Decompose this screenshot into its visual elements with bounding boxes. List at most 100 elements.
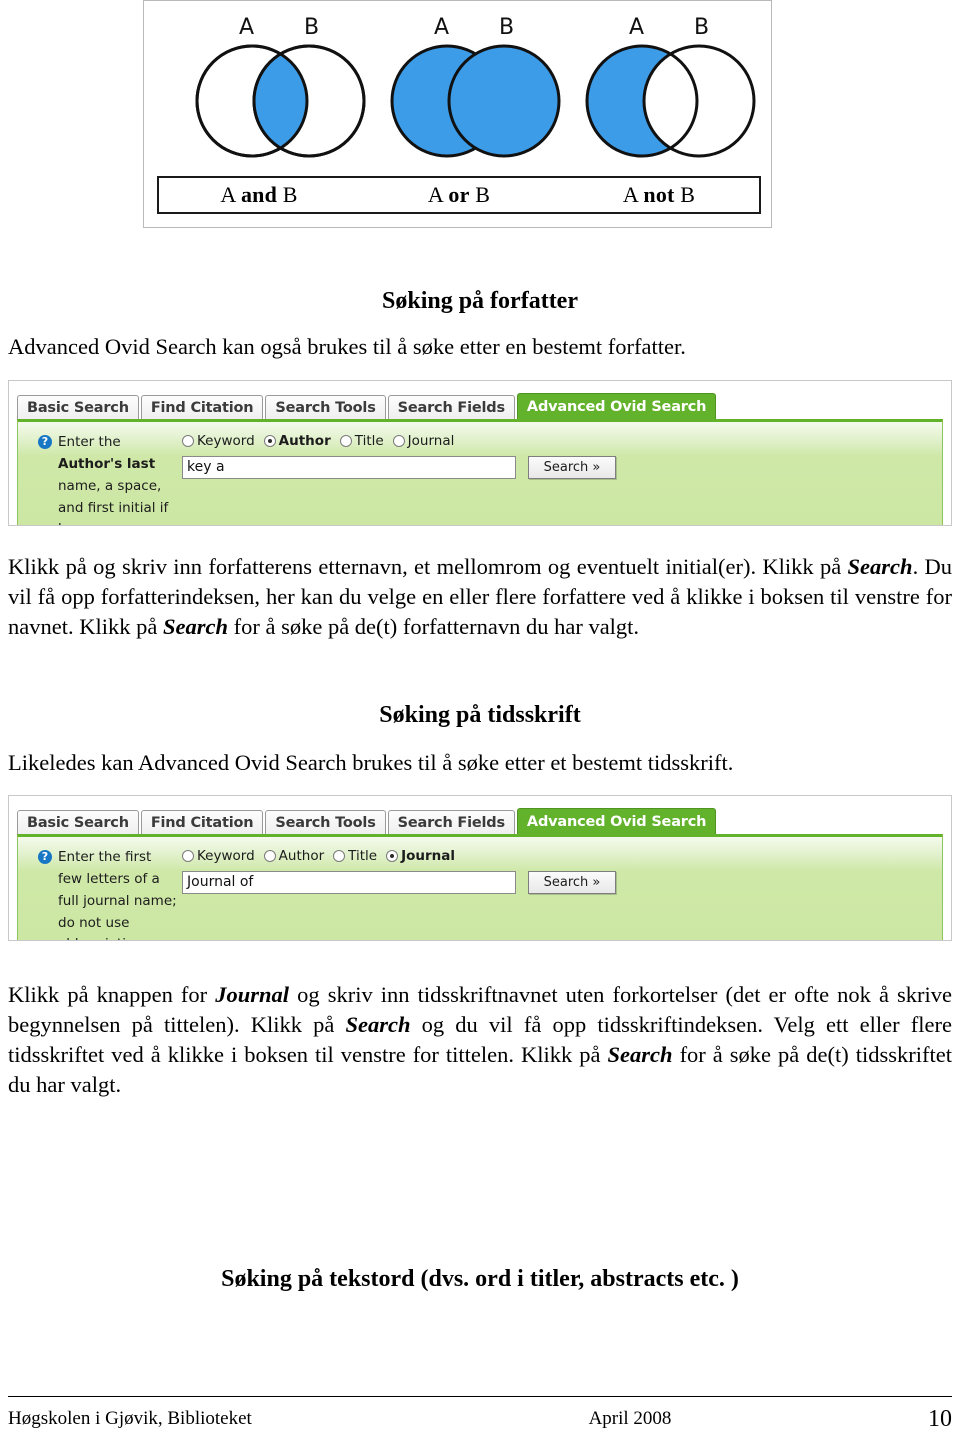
footer-divider (8, 1396, 952, 1397)
venn-caption-or: A or B (359, 182, 559, 208)
paragraph-journal-intro: Likeledes kan Advanced Ovid Search bruke… (8, 750, 734, 775)
tab-search-fields[interactable]: Search Fields (387, 395, 515, 419)
journal-instruction-line-5: abbreviations (58, 936, 150, 940)
svg-text:A: A (239, 15, 254, 40)
ovid-journal-radio-group: Keyword Author Title Journal (182, 847, 942, 865)
radio-author-label: Author (278, 433, 331, 449)
footer-institution: Høgskolen i Gjøvik, Biblioteket (8, 1408, 252, 1429)
ovid-journal-input-row: Journal of Search » (182, 871, 942, 894)
tab-search-tools-2[interactable]: Search Tools (265, 810, 386, 834)
page-footer: Høgskolen i Gjøvik, Biblioteket April 20… (8, 1404, 952, 1434)
radio-journal-label: Journal (407, 433, 455, 449)
heading-soking-pa-forfatter: Søking på forfatter (382, 288, 578, 314)
paragraph-journal-body: Klikk på knappen for Journal og skriv in… (8, 980, 952, 1100)
journal-body-em-3: Search (607, 1041, 673, 1067)
ovid-journal-controls: Keyword Author Title Journal Journal of … (178, 847, 942, 940)
ovid-author-panel: ? Enter the Author's last name, a space,… (17, 419, 943, 525)
caption-not-op: not (643, 182, 675, 207)
tab-basic-search[interactable]: Basic Search (17, 395, 139, 419)
tab-advanced-ovid-search-2[interactable]: Advanced Ovid Search (516, 808, 717, 834)
author-body-em-2: Search (162, 613, 228, 639)
caption-or-post: B (469, 182, 491, 207)
footer-date: April 2008 (588, 1408, 672, 1429)
journal-instruction-line-3: full journal name; (58, 892, 177, 909)
ovid-author-tabbar: Basic Search Find Citation Search Tools … (17, 391, 951, 419)
venn-group-a-and-b: A B (195, 15, 366, 158)
ovid-author-controls: Keyword Author Title Journal key a Searc… (178, 432, 942, 525)
svg-text:A: A (434, 15, 449, 40)
venn-caption-and: A and B (159, 182, 359, 208)
help-question-icon-2[interactable]: ? (38, 850, 52, 864)
radio-journal-label-2: Journal (401, 848, 455, 864)
radio-title-label-2: Title (348, 848, 378, 864)
author-body-part-1: Klikk på og skriv inn forfatterens etter… (8, 554, 848, 579)
ovid-author-instruction-block: ? Enter the Author's last name, a space,… (18, 432, 178, 525)
paragraph-author-intro: Advanced Ovid Search kan også brukes til… (8, 334, 686, 359)
svg-text:B: B (304, 15, 319, 40)
venn-group-a-not-b: A B (585, 15, 756, 158)
radio-keyword-dot-icon[interactable] (182, 435, 194, 447)
venn-group-a-or-b: A B (390, 15, 561, 158)
instruction-line-5: known: (58, 521, 107, 525)
ovid-journal-instruction-block: ? Enter the first few letters of a full … (18, 847, 178, 940)
radio-journal-dot-icon[interactable] (392, 435, 405, 447)
tab-basic-search-2[interactable]: Basic Search (17, 810, 139, 834)
radio-keyword[interactable]: Keyword (182, 433, 255, 449)
radio-title-dot-icon[interactable] (339, 435, 352, 447)
author-search-input[interactable]: key a (182, 456, 516, 479)
author-search-button[interactable]: Search » (528, 456, 616, 479)
author-body-part-3: for å søke på de(t) forfatternavn du har… (227, 613, 640, 639)
heading-soking-pa-tekstord: Søking på tekstord (dvs. ord i titler, a… (221, 1266, 739, 1292)
venn-caption-box: A and B A or B A not B (157, 176, 761, 214)
boolean-venn-figure: A B A B A B A and B A or B A not B (143, 0, 772, 228)
caption-or-pre: A (427, 182, 449, 207)
radio-journal-2[interactable]: Journal (386, 848, 455, 864)
svg-text:A: A (629, 15, 644, 40)
instruction-line-3: name, a space, (58, 477, 162, 494)
radio-journal-dot-icon-2[interactable] (386, 850, 399, 862)
journal-search-button[interactable]: Search » (528, 871, 616, 894)
radio-author-label-2: Author (278, 848, 325, 864)
ovid-author-radio-group: Keyword Author Title Journal (182, 432, 942, 450)
radio-journal[interactable]: Journal (392, 433, 455, 449)
radio-author-dot-icon-2[interactable] (263, 850, 276, 862)
caption-or-op: or (448, 182, 470, 207)
radio-keyword-label: Keyword (197, 433, 255, 449)
radio-author-2[interactable]: Author (263, 848, 325, 864)
journal-instruction-line-1: Enter the first (58, 849, 152, 865)
paragraph-author-body: Klikk på og skriv inn forfatterens etter… (8, 552, 952, 642)
journal-instruction-line-2: few letters of a (58, 870, 160, 887)
journal-search-input[interactable]: Journal of (182, 871, 516, 894)
caption-not-pre: A (622, 182, 644, 207)
ovid-author-search-screenshot: Basic Search Find Citation Search Tools … (8, 380, 952, 526)
ovid-journal-instruction-text: Enter the first few letters of a full jo… (38, 847, 178, 940)
tab-search-tools[interactable]: Search Tools (265, 395, 386, 419)
ovid-author-instruction-text: Enter the Author's last name, a space, a… (38, 432, 178, 525)
journal-body-part-1: Klikk på knappen for (8, 982, 216, 1007)
radio-title-2[interactable]: Title (333, 848, 377, 864)
radio-keyword-label-2: Keyword (197, 848, 255, 864)
tab-advanced-ovid-search[interactable]: Advanced Ovid Search (516, 393, 717, 419)
svg-text:B: B (694, 15, 709, 40)
caption-and-pre: A (220, 182, 241, 207)
journal-body-em-1: Journal (215, 982, 290, 1007)
heading-soking-pa-tidsskrift: Søking på tidsskrift (379, 702, 581, 728)
radio-author-dot-icon[interactable] (263, 435, 276, 447)
tab-search-fields-2[interactable]: Search Fields (387, 810, 515, 834)
help-question-icon[interactable]: ? (38, 435, 52, 449)
radio-title[interactable]: Title (339, 433, 384, 449)
tab-find-citation[interactable]: Find Citation (140, 395, 264, 419)
ovid-journal-panel: ? Enter the first few letters of a full … (17, 834, 943, 940)
venn-caption-not: A not B (559, 182, 759, 208)
author-body-em-1: Search (847, 554, 913, 579)
footer-page-number: 10 (928, 1405, 952, 1432)
instruction-line-1: Enter the (58, 434, 121, 450)
ovid-author-input-row: key a Search » (182, 456, 942, 479)
ovid-journal-search-screenshot: Basic Search Find Citation Search Tools … (8, 795, 952, 941)
radio-keyword-2[interactable]: Keyword (182, 848, 255, 864)
radio-keyword-dot-icon-2[interactable] (182, 850, 194, 862)
radio-author[interactable]: Author (263, 433, 331, 449)
radio-title-dot-icon-2[interactable] (333, 850, 346, 862)
caption-and-op: and (240, 182, 278, 207)
tab-find-citation-2[interactable]: Find Citation (140, 810, 264, 834)
